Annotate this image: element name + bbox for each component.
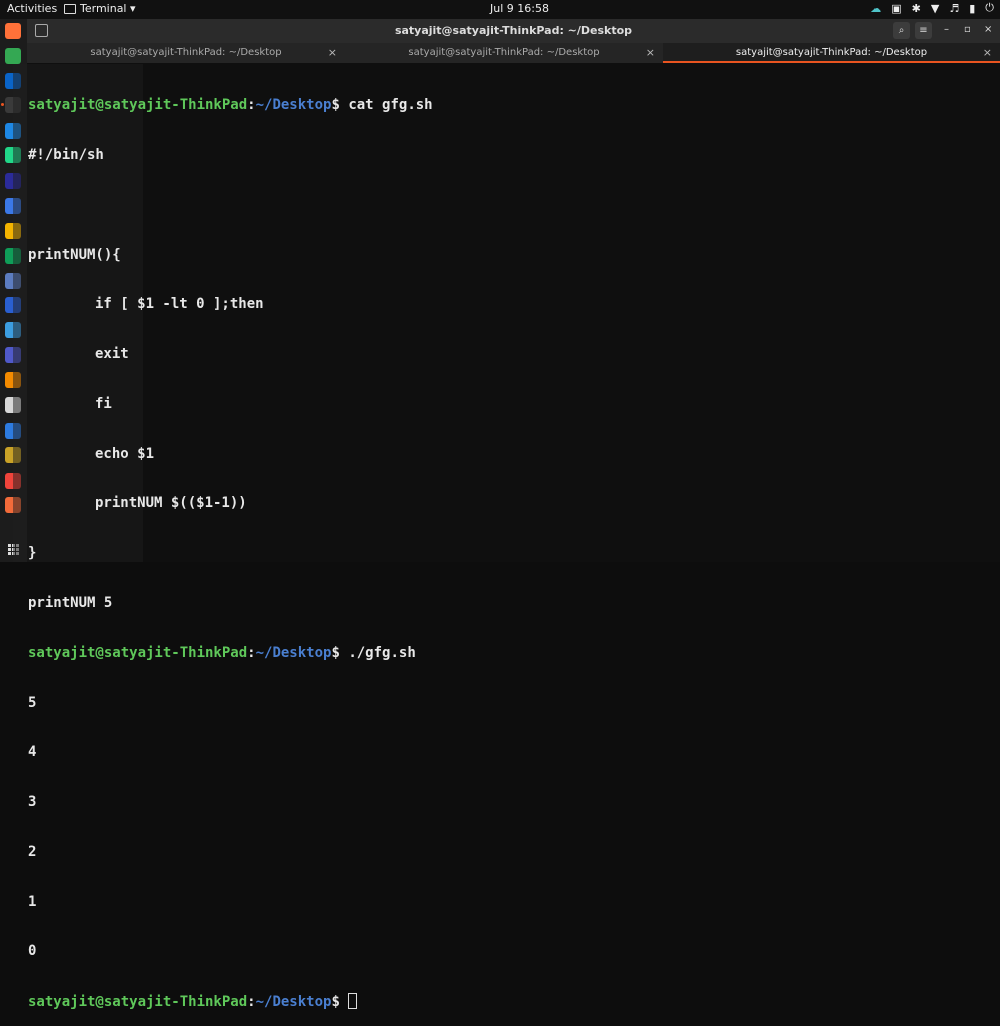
prompt-separator: : [247,994,256,1011]
output-line: printNUM(){ [28,246,121,263]
output-line: exit [95,346,129,363]
output-line: 5 [28,694,37,711]
prompt-path: ~/Desktop [255,644,332,661]
close-tab-icon[interactable]: × [646,43,655,63]
chrome-icon[interactable] [5,48,21,64]
tab-1[interactable]: satyajit@satyajit-ThinkPad: ~/Desktop × [27,43,345,63]
output-line: 0 [28,943,37,960]
prompt-path: ~/Desktop [255,97,332,114]
prompt-line-2: satyajit@satyajit-ThinkPad:~/Desktop$ ./… [28,645,433,662]
output-line: #!/bin/sh [28,146,104,163]
app-menu-label: Terminal ▾ [80,2,136,15]
output-line: 3 [28,794,37,811]
prompt-line-1: satyajit@satyajit-ThinkPad:~/Desktop$ ca… [28,97,433,114]
active-indicator [1,103,4,106]
terminal-output[interactable]: satyajit@satyajit-ThinkPad:~/Desktop$ ca… [28,64,433,1026]
tab-label: satyajit@satyajit-ThinkPad: ~/Desktop [735,47,928,58]
prompt-path: ~/Desktop [255,994,332,1011]
output-line: if [ $1 -lt 0 ];then [95,296,264,313]
system-tray[interactable]: ☁ ▣ ✱ ▼ ♬ ▮ ⏻ [870,1,994,15]
cloud-icon[interactable]: ☁ [870,2,881,15]
tab-label: satyajit@satyajit-ThinkPad: ~/Desktop [408,47,600,58]
command-text: ./gfg.sh [348,644,416,661]
prompt-end: $ [331,97,349,114]
tab-2[interactable]: satyajit@satyajit-ThinkPad: ~/Desktop × [345,43,663,63]
text-cursor[interactable] [348,993,358,1010]
prompt-user: satyajit@satyajit-ThinkPad [28,97,248,114]
search-icon[interactable]: ⌕ [893,22,910,39]
activities-button[interactable]: Activities [7,2,57,15]
screen-icon[interactable]: ▣ [891,2,901,15]
command-text: cat gfg.sh [348,97,433,114]
battery-icon[interactable]: ▮ [969,2,975,15]
firefox-icon[interactable] [5,23,21,39]
prompt-end: $ [331,994,349,1011]
window-title: satyajit@satyajit-ThinkPad: ~/Desktop [394,24,633,37]
menu-icon[interactable]: ≡ [915,22,932,39]
app-menu[interactable]: Terminal ▾ [64,2,136,15]
power-icon[interactable]: ⏻ [985,1,994,15]
maximize-button[interactable]: ▫ [964,24,971,35]
title-bar: satyajit@satyajit-ThinkPad: ~/Desktop ⌕ … [27,19,1000,43]
output-line: printNUM $(($1-1)) [95,495,247,512]
tab-3[interactable]: satyajit@satyajit-ThinkPad: ~/Desktop × [663,43,1000,63]
output-line: echo $1 [95,445,155,462]
output-line: 4 [28,744,37,761]
output-line: } [28,545,37,562]
clock[interactable]: Jul 9 16:58 [490,2,549,15]
close-button[interactable]: × [984,24,992,35]
minimize-button[interactable]: – [944,24,949,35]
terminal-small-icon [64,3,76,14]
prompt-user: satyajit@satyajit-ThinkPad [28,644,248,661]
prompt-separator: : [247,644,256,661]
close-tab-icon[interactable]: × [983,43,992,63]
prompt-line-3: satyajit@satyajit-ThinkPad:~/Desktop$ [28,993,433,1010]
output-line: 1 [28,893,37,910]
accessibility-icon[interactable]: ✱ [912,2,921,15]
prompt-separator: : [247,97,256,114]
tab-label: satyajit@satyajit-ThinkPad: ~/Desktop [90,47,282,58]
prompt-user: satyajit@satyajit-ThinkPad [28,994,248,1011]
tab-bar: satyajit@satyajit-ThinkPad: ~/Desktop × … [27,43,1000,63]
output-line: printNUM 5 [28,595,113,611]
output-line: fi [95,395,112,412]
top-bar: Activities Terminal ▾ Jul 9 16:58 ☁ ▣ ✱ … [0,0,1000,19]
output-line: 2 [28,843,37,860]
prompt-end: $ [331,644,349,661]
close-tab-icon[interactable]: × [328,43,337,63]
volume-icon[interactable]: ♬ [949,2,959,15]
network-icon[interactable]: ▼ [931,2,939,15]
